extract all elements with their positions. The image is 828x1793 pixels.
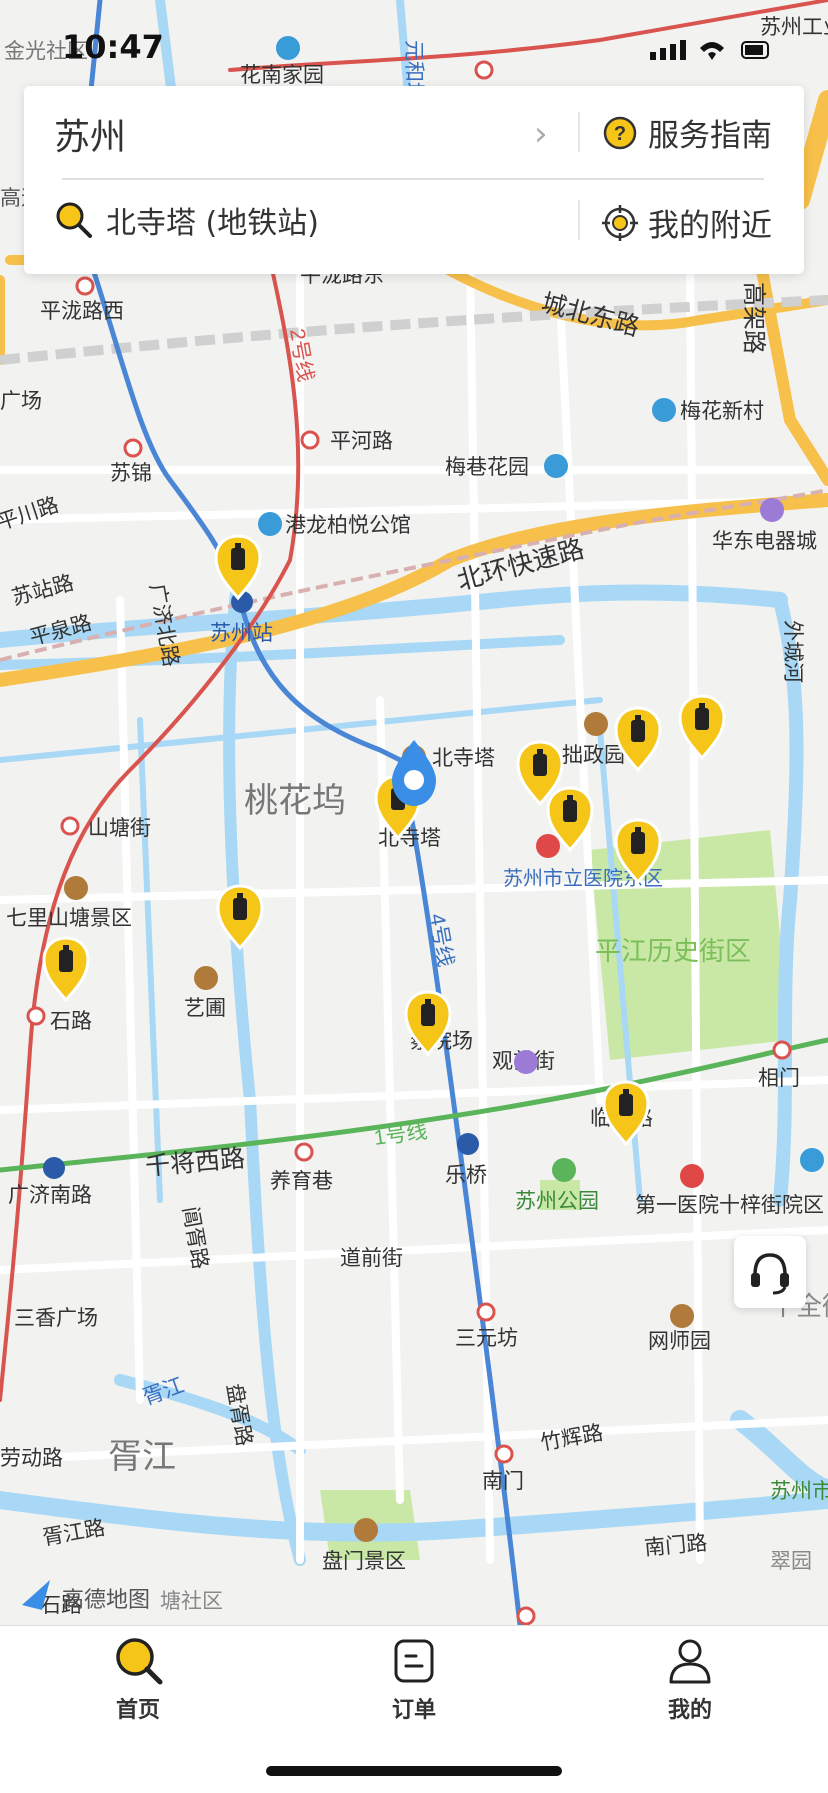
service-guide-button[interactable]: ? 服务指南 (602, 110, 772, 155)
map-label: 广场 (0, 390, 42, 413)
map-label: 第一医院十梓街院区 (635, 1194, 824, 1217)
search-row: 北寺塔 (地铁站) 我的附近 (24, 176, 804, 266)
luggage-icon (421, 1004, 435, 1026)
map-label: 乐桥 (445, 1164, 487, 1187)
nearby-button[interactable]: 我的附近 (602, 200, 772, 245)
map-label: 广济南路 (8, 1184, 92, 1207)
search-input[interactable]: 北寺塔 (地铁站) (54, 198, 319, 242)
map-label: 外城河 (781, 620, 804, 683)
map-label: 高架路 (740, 282, 767, 354)
map-label: 养育巷 (270, 1170, 333, 1193)
map-label: 三香广场 (14, 1307, 98, 1330)
status-bar: 10:47 (0, 0, 828, 90)
headset-icon (751, 1253, 789, 1295)
map-label: 翠园 (770, 1550, 812, 1573)
map-label: 网师园 (648, 1330, 711, 1353)
divider (578, 200, 580, 240)
map-label: 梅花新村 (680, 400, 764, 423)
map-label: 苏州站 (210, 622, 273, 645)
help-icon: ? (603, 116, 637, 149)
map-label: 石路 (50, 1010, 92, 1033)
map-label: 平泷路西 (40, 300, 124, 323)
luggage-icon (631, 832, 645, 854)
luggage-icon (563, 800, 577, 822)
map-label: 山塘街 (88, 817, 151, 840)
map-label: 七里山塘景区 (6, 907, 132, 930)
map-label: 相门 (758, 1067, 800, 1090)
luggage-icon (233, 898, 247, 920)
luggage-icon (631, 720, 645, 742)
search-text: 北寺塔 (地铁站) (106, 206, 319, 241)
map-provider-text: 高德地图 (62, 1588, 151, 1613)
map-label: 苏州市 (770, 1480, 828, 1503)
customer-service-button[interactable] (734, 1236, 806, 1308)
map-label: 艺圃 (184, 997, 226, 1020)
luggage-icon (695, 708, 709, 730)
tab-mine-label: 我的 (667, 1698, 712, 1723)
status-time: 10:47 (62, 28, 164, 66)
map-label: 港龙柏悦公馆 (285, 514, 411, 537)
map-label: 劳动路 (0, 1447, 63, 1470)
map-label: 胥江 (108, 1438, 176, 1476)
map-label: 北寺塔 (432, 747, 495, 770)
map-label: 平河路 (330, 430, 393, 453)
map-provider-logo: 高德地图 (20, 1582, 150, 1614)
tab-orders-label: 订单 (391, 1698, 436, 1723)
search-icon (56, 202, 92, 238)
status-icons (650, 40, 769, 60)
map-label: 苏锦 (110, 462, 152, 485)
map-label: 盘门景区 (322, 1550, 406, 1573)
divider (578, 112, 580, 152)
nearby-label: 我的附近 (648, 208, 772, 244)
map-label: 南门 (482, 1470, 524, 1493)
luggage-icon (533, 754, 547, 776)
search-icon (116, 1638, 163, 1685)
locate-icon (602, 204, 638, 241)
home-indicator (266, 1766, 562, 1776)
chevron-right-icon[interactable]: › (534, 114, 548, 154)
map-label: 苏州公园 (515, 1190, 599, 1213)
city-selector[interactable]: 苏州 (54, 108, 126, 160)
map-label: 三元坊 (455, 1327, 518, 1350)
luggage-icon (619, 1094, 633, 1116)
map-label: 拙政园 (562, 744, 625, 767)
map-label: 北寺塔 (378, 827, 441, 850)
map-label: 塘社区 (160, 1590, 223, 1613)
luggage-icon (59, 950, 73, 972)
tab-home-label: 首页 (115, 1698, 160, 1723)
city-row: 苏州 › ? 服务指南 (24, 86, 804, 176)
service-guide-label: 服务指南 (648, 118, 772, 154)
map-label: 桃花坞 (244, 782, 346, 820)
tab-orders[interactable]: 订单 (334, 1636, 494, 1724)
person-icon (669, 1639, 711, 1684)
map-label: 梅巷花园 (445, 456, 529, 479)
map-label: 道前街 (340, 1247, 403, 1270)
search-panel: 苏州 › ? 服务指南 北寺塔 (地铁站) 我的附近 (24, 86, 804, 274)
map-label: 平江历史街区 (595, 936, 751, 966)
map-label: 华东电器城 (712, 530, 817, 553)
tab-home[interactable]: 首页 (58, 1636, 218, 1724)
luggage-icon (231, 548, 245, 570)
tab-mine[interactable]: 我的 (610, 1636, 770, 1724)
svg-text:?: ? (614, 123, 626, 145)
order-icon (394, 1639, 434, 1683)
